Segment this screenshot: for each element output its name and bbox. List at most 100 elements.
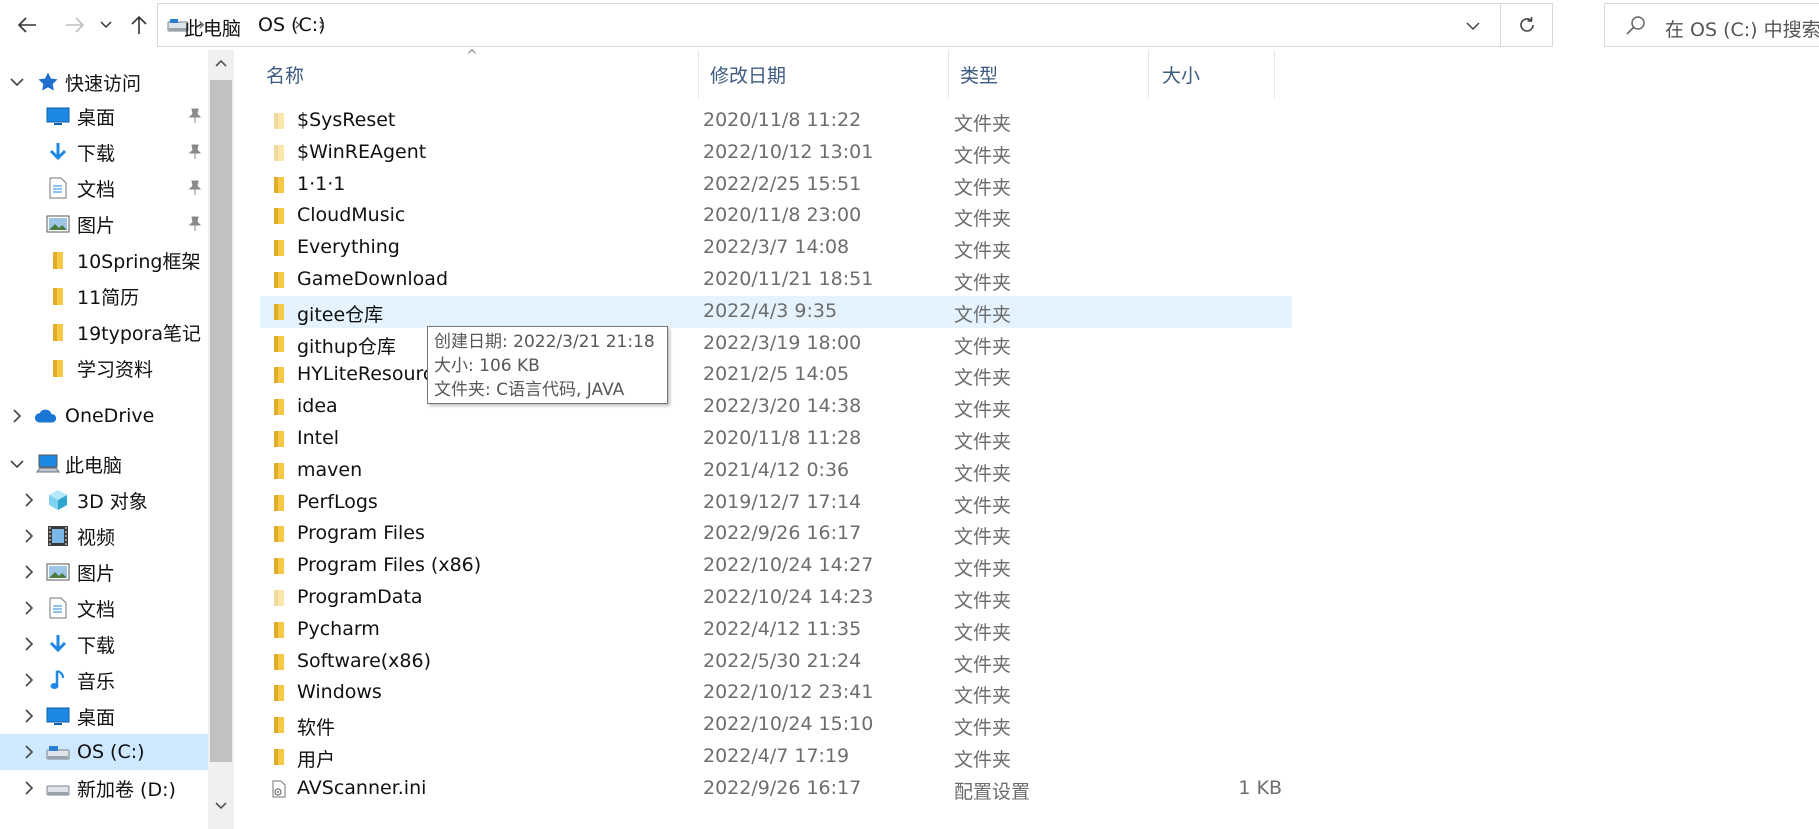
file-row[interactable]: GameDownload 2020/11/21 18:51 文件夹 (260, 264, 1292, 296)
chevron-right-icon[interactable] (20, 635, 38, 653)
address-bar[interactable]: › 此电脑 › OS (C:) › (157, 3, 1553, 47)
file-row[interactable]: 1·1·1 2022/2/25 15:51 文件夹 (260, 169, 1292, 201)
file-row[interactable]: PerfLogs 2019/12/7 17:14 文件夹 (260, 487, 1292, 519)
breadcrumb-drive-c[interactable]: OS (C:) (258, 14, 326, 36)
chevron-right-icon[interactable] (20, 707, 38, 725)
file-row[interactable]: Windows 2022/10/12 23:41 文件夹 (260, 677, 1292, 709)
chevron-right-icon[interactable] (20, 671, 38, 689)
pin-icon[interactable] (188, 144, 202, 160)
up-button[interactable] (122, 8, 156, 42)
folder-icon (46, 248, 70, 272)
nav-item-folder[interactable]: 10Spring框架 (0, 242, 208, 278)
file-row[interactable]: Program Files (x86) 2022/10/24 14:27 文件夹 (260, 550, 1292, 582)
file-row[interactable]: $WinREAgent 2022/10/12 13:01 文件夹 (260, 137, 1292, 169)
file-row[interactable]: 软件 2022/10/24 15:10 文件夹 (260, 709, 1292, 741)
file-row[interactable]: Program Files 2022/9/26 16:17 文件夹 (260, 518, 1292, 550)
chevron-right-icon[interactable] (20, 527, 38, 545)
file-row[interactable]: HYLiteResource 2021/2/5 14:05 文件夹 (260, 359, 1292, 391)
file-row[interactable]: idea 2022/3/20 14:38 文件夹 (260, 391, 1292, 423)
column-header-name[interactable]: 名称 (266, 50, 304, 98)
nav-item-music[interactable]: 音乐 (0, 662, 208, 698)
column-divider[interactable] (698, 50, 699, 98)
nav-item-downloads[interactable]: 下载 (0, 134, 208, 170)
file-name: githup仓库 (297, 336, 396, 358)
nav-item-documents[interactable]: 文档 (0, 590, 208, 626)
nav-item-documents[interactable]: 文档 (0, 170, 208, 206)
breadcrumb-separator[interactable]: › (318, 14, 325, 35)
file-date: 2022/10/12 13:01 (703, 141, 874, 163)
nav-item-drive-c[interactable]: OS (C:) (0, 734, 208, 770)
chevron-right-icon[interactable] (20, 491, 38, 509)
file-row[interactable]: Software(x86) 2022/5/30 21:24 文件夹 (260, 646, 1292, 678)
column-header-date[interactable]: 修改日期 (710, 50, 786, 98)
scroll-down-button[interactable] (208, 793, 234, 819)
nav-item-3d-objects[interactable]: 3D 对象 (0, 482, 208, 518)
chevron-right-icon[interactable] (20, 563, 38, 581)
chevron-right-icon[interactable] (20, 743, 38, 761)
star-icon (36, 70, 60, 94)
file-row[interactable]: CloudMusic 2020/11/8 23:00 文件夹 (260, 200, 1292, 232)
file-row[interactable]: githup仓库 2022/3/19 18:00 文件夹 (260, 328, 1292, 360)
nav-item-pictures[interactable]: 图片 (0, 554, 208, 590)
address-history-dropdown[interactable] (1458, 12, 1488, 40)
nav-item-desktop[interactable]: 桌面 (0, 98, 208, 134)
nav-item-folder[interactable]: 11简历 (0, 278, 208, 314)
file-name: Program Files (297, 522, 425, 544)
back-button[interactable] (10, 8, 44, 42)
file-row[interactable]: ProgramData 2022/10/24 14:23 文件夹 (260, 582, 1292, 614)
file-size: 1 KB (1238, 777, 1282, 799)
folder-icon (274, 113, 284, 129)
file-row[interactable]: 用户 2022/4/7 17:19 文件夹 (260, 741, 1292, 773)
file-row[interactable]: gitee仓库 2022/4/3 9:35 文件夹 (260, 296, 1292, 328)
pin-icon[interactable] (188, 216, 202, 232)
file-row[interactable]: Intel 2020/11/8 11:28 文件夹 (260, 423, 1292, 455)
column-header-size[interactable]: 大小 (1162, 50, 1200, 98)
drive-icon (46, 740, 70, 764)
column-divider[interactable] (1148, 50, 1149, 98)
nav-item-drive-d[interactable]: 新加卷 (D:) (0, 770, 208, 806)
nav-item-folder[interactable]: 19typora笔记 (0, 314, 208, 350)
navigation-scrollbar[interactable] (208, 50, 234, 829)
nav-this-pc[interactable]: 此电脑 (0, 446, 208, 482)
nav-item-desktop[interactable]: 桌面 (0, 698, 208, 734)
nav-label: 快速访问 (65, 72, 142, 95)
file-date: 2022/9/26 16:17 (703, 522, 862, 544)
refresh-button[interactable] (1500, 4, 1552, 46)
column-divider[interactable] (1274, 50, 1275, 98)
nav-item-pictures[interactable]: 图片 (0, 206, 208, 242)
folder-icon (274, 590, 284, 606)
search-input[interactable]: 在 OS (C:) 中搜索 (1665, 15, 1819, 42)
nav-item-downloads[interactable]: 下载 (0, 626, 208, 662)
folder-icon (274, 399, 284, 415)
column-header-type[interactable]: 类型 (960, 50, 998, 98)
pin-icon[interactable] (188, 180, 202, 196)
pin-icon[interactable] (188, 108, 202, 124)
chevron-right-icon[interactable] (8, 407, 26, 425)
column-divider[interactable] (948, 50, 949, 98)
file-row[interactable]: Everything 2022/3/7 14:08 文件夹 (260, 232, 1292, 264)
file-name: AVScanner.ini (297, 777, 427, 799)
nav-item-folder[interactable]: 学习资料 (0, 350, 208, 386)
file-date: 2022/4/7 17:19 (703, 745, 850, 767)
scrollbar-thumb[interactable] (210, 80, 232, 762)
chevron-right-icon[interactable] (20, 599, 38, 617)
file-row[interactable]: Pycharm 2022/4/12 11:35 文件夹 (260, 614, 1292, 646)
chevron-down-icon[interactable] (8, 73, 26, 91)
file-row[interactable]: AVScanner.ini 2022/9/26 16:17 配置设置 1 KB (260, 773, 1292, 805)
search-box[interactable]: 在 OS (C:) 中搜索 (1604, 3, 1819, 47)
file-row[interactable]: $SysReset 2020/11/8 11:22 文件夹 (260, 105, 1292, 137)
nav-onedrive[interactable]: OneDrive (0, 398, 208, 434)
breadcrumb-this-pc[interactable]: 此电脑 (184, 14, 241, 41)
nav-quick-access[interactable]: 快速访问 (0, 64, 208, 100)
chevron-right-icon[interactable] (20, 779, 38, 797)
file-type: 文件夹 (954, 590, 1012, 612)
forward-button[interactable] (58, 8, 92, 42)
folder-icon (274, 431, 284, 447)
recent-locations-button[interactable] (93, 8, 119, 42)
nav-item-videos[interactable]: 视频 (0, 518, 208, 554)
chevron-down-icon[interactable] (8, 455, 26, 473)
file-name: $SysReset (297, 109, 396, 131)
scroll-up-button[interactable] (208, 50, 234, 76)
file-row[interactable]: maven 2021/4/12 0:36 文件夹 (260, 455, 1292, 487)
nav-label: 文档 (77, 598, 116, 621)
